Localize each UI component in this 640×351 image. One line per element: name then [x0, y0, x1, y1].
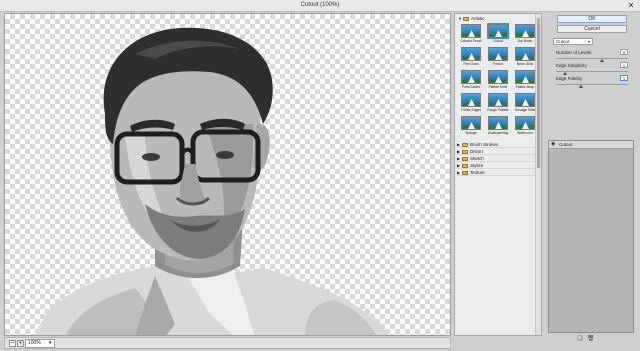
ok-button[interactable]: OK	[557, 15, 627, 23]
param-slider-track[interactable]	[556, 84, 628, 85]
filter-thumbnail-image	[461, 24, 481, 38]
zoom-bar: − + 100% ▾	[4, 337, 451, 349]
param-label: Number of Levels	[556, 50, 592, 55]
filter-thumbnail-image	[515, 116, 535, 130]
filter-thumbnail-label: Palette Knife	[488, 85, 508, 89]
filter-select[interactable]: Cutout ▾	[553, 38, 593, 45]
filter-thumbnail-label: Film Grain	[463, 62, 479, 66]
filter-thumbnail-label: Paint Daubs	[462, 85, 480, 89]
filter-thumbnail[interactable]: Poster Edges	[461, 93, 481, 113]
effect-layers-panel: ◉ Cutout	[548, 140, 634, 333]
folder-icon	[462, 156, 468, 161]
filter-thumbnail-image	[515, 93, 535, 107]
filter-select-value: Cutout	[556, 39, 570, 44]
filter-thumbnail-image	[488, 116, 508, 130]
filter-thumbnail[interactable]: Paint Daubs	[461, 70, 481, 90]
folder-icon	[462, 170, 468, 175]
filter-thumbnail[interactable]: Colored Pencil	[460, 24, 482, 44]
filter-thumbnail-label: Sponge	[465, 131, 477, 135]
cancel-button[interactable]: Cancel	[557, 25, 627, 33]
filter-thumbnail-label: Rough Pastels	[487, 108, 509, 112]
folder-label: Artistic	[471, 16, 485, 21]
filter-thumbnail[interactable]: Neon Glow	[515, 47, 535, 67]
new-effect-layer-icon[interactable]: ❏	[577, 336, 583, 343]
folder-icon	[462, 163, 468, 168]
folder-label: Brush Strokes	[470, 142, 499, 147]
filter-thumbnail-image	[515, 47, 535, 61]
param-slider-track[interactable]	[556, 58, 628, 59]
folder-icon	[462, 149, 468, 154]
eye-icon[interactable]: ◉	[551, 142, 557, 147]
filter-thumbnail-image	[488, 47, 508, 61]
folder-label: Texture	[470, 170, 485, 175]
folder-label: Stylize	[470, 163, 484, 168]
folder-label: Sketch	[470, 156, 484, 161]
filter-thumbnail-label: Colored Pencil	[460, 39, 482, 43]
filter-thumbnail[interactable]: Rough Pastels	[487, 93, 509, 113]
filter-thumbnail-image	[487, 23, 509, 39]
folder-icon	[463, 16, 469, 21]
filter-gallery: ▼ Artistic Colored Pencil Cutout Dry Brush F…	[454, 13, 542, 336]
filter-thumbnail[interactable]: Underpainting	[488, 116, 508, 136]
filter-thumbnail[interactable]: Smudge Stick	[515, 93, 535, 113]
filter-thumbnail-image	[488, 93, 508, 107]
param-label: Edge Fidelity	[556, 76, 583, 81]
folder-artistic[interactable]: ▼ Artistic	[458, 15, 485, 22]
filter-thumbnail-image	[461, 93, 481, 107]
close-icon[interactable]: ✕	[626, 1, 636, 10]
filter-thumbnail[interactable]: Cutout	[487, 23, 509, 44]
folder-category[interactable]: ▶ Distort	[457, 148, 539, 155]
filter-thumbnail-image	[515, 24, 535, 38]
filter-thumbnail[interactable]: Watercolor	[515, 116, 535, 136]
filter-thumbnail-image	[461, 47, 481, 61]
delete-effect-layer-icon[interactable]: 🗑	[587, 336, 595, 343]
filter-thumbnail-label: Cutout	[493, 39, 503, 43]
window-title: Cutout (100%)	[300, 2, 340, 8]
folder-category[interactable]: ▶ Sketch	[457, 155, 539, 162]
filter-thumbnail[interactable]: Fresco	[488, 47, 508, 67]
preview-canvas[interactable]	[4, 13, 451, 336]
folder-label: Distort	[470, 149, 484, 154]
filter-thumbnail-image	[461, 70, 481, 84]
filter-thumbnail[interactable]: Film Grain	[461, 47, 481, 67]
param-value-input[interactable]: 1	[620, 75, 628, 81]
chevron-down-icon: ▾	[587, 39, 590, 44]
chevron-down-icon[interactable]: ▾	[49, 340, 52, 346]
param-label: Edge Simplicity	[556, 63, 587, 68]
portrait-preview-image	[35, 27, 389, 335]
filter-thumbnail[interactable]: Sponge	[461, 116, 481, 136]
folder-category[interactable]: ▶ Texture	[457, 169, 539, 176]
filter-thumbnail[interactable]: Plastic Wrap	[515, 70, 535, 90]
zoom-out-button[interactable]: −	[9, 340, 16, 347]
param-0: Number of Levels 8	[556, 49, 628, 63]
param-value-input[interactable]: 1	[620, 62, 628, 68]
title-bar: Cutout (100%) ✕	[0, 0, 640, 12]
filter-category-list: ▶ Brush Strokes ▶ Distort ▶ Sketch ▶ Stylize ▶ Te…	[455, 141, 539, 176]
filter-thumbnail-label: Poster Edges	[461, 108, 481, 112]
zoom-level-value: 100%	[28, 340, 41, 346]
param-1: Edge Simplicity 1	[556, 62, 628, 76]
filter-thumbnail-image	[488, 70, 508, 84]
effect-layer-name: Cutout	[559, 142, 573, 147]
filter-thumbnail-label: Fresco	[492, 62, 504, 66]
folder-icon	[462, 142, 468, 147]
param-2: Edge Fidelity 1	[556, 75, 628, 89]
scrollbar-thumb[interactable]	[537, 18, 540, 168]
param-slider-knob[interactable]	[599, 59, 604, 62]
layer-actions: ❏ 🗑	[575, 336, 615, 344]
param-value-input[interactable]: 8	[620, 49, 628, 55]
folder-category[interactable]: ▶ Brush Strokes	[457, 141, 539, 148]
zoom-in-button[interactable]: +	[17, 340, 24, 347]
gallery-scrollbar[interactable]	[535, 14, 541, 335]
folder-category[interactable]: ▶ Stylize	[457, 162, 539, 169]
filter-thumbnail[interactable]: Dry Brush	[515, 24, 535, 44]
filter-thumbnail[interactable]: Palette Knife	[488, 70, 508, 90]
filter-thumbnail-image	[515, 70, 535, 84]
param-slider-knob[interactable]	[563, 72, 567, 75]
settings-panel: OK Cancel Cutout ▾ Number of Levels 8 Edge…	[545, 13, 637, 349]
effect-layer-row[interactable]: ◉ Cutout	[549, 141, 633, 149]
param-slider-knob[interactable]	[579, 85, 584, 88]
filter-thumbnail-label: Underpainting	[487, 131, 509, 135]
filter-thumbnail-image	[461, 116, 481, 130]
